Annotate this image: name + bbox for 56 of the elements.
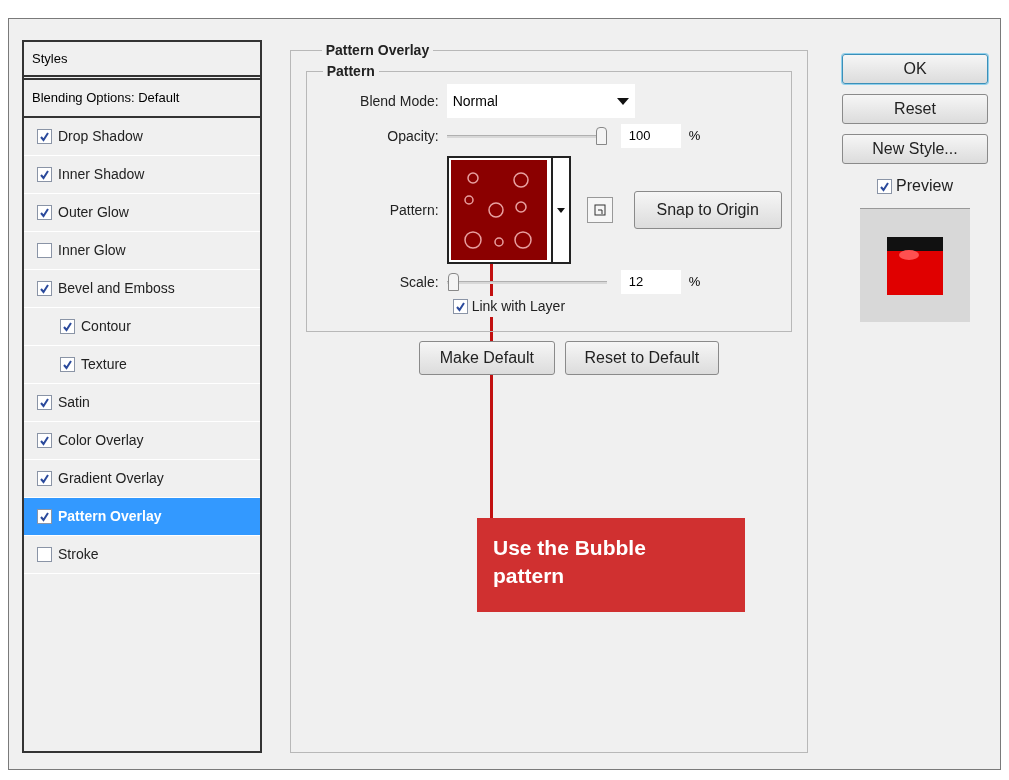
list-item[interactable]: Outer Glow <box>24 194 260 232</box>
dialog-button[interactable]: Reset <box>842 94 988 124</box>
input-field[interactable]: 100 <box>620 124 681 148</box>
list-item[interactable]: Stroke <box>24 536 260 574</box>
blend-mode-dropdown[interactable]: Normal <box>446 84 635 118</box>
checkbox-label: Link with Layer <box>471 296 566 317</box>
slider-thumb[interactable] <box>448 273 460 291</box>
checkbox[interactable] <box>452 299 468 314</box>
checkbox[interactable] <box>60 357 75 372</box>
slider-track[interactable] <box>446 125 607 147</box>
list-item[interactable]: Inner Shadow <box>24 156 260 194</box>
checkbox[interactable] <box>37 509 52 524</box>
list-item[interactable]: Bevel and Emboss <box>24 270 260 308</box>
list-item[interactable]: Blending Options: Default <box>24 80 260 118</box>
checkbox[interactable] <box>37 395 52 410</box>
group-title: Pattern Overlay <box>324 41 431 60</box>
list-item[interactable]: Contour <box>24 308 260 346</box>
field-label: Pattern: <box>388 200 440 220</box>
checkbox[interactable] <box>37 433 52 448</box>
list-header[interactable]: Styles <box>24 42 260 80</box>
layer-thumbnail-drawing <box>887 236 943 295</box>
group-title: Pattern <box>325 62 376 81</box>
caret-icon <box>556 207 565 213</box>
unit-label: % <box>688 273 701 292</box>
dialog-button[interactable]: New Style... <box>842 134 988 164</box>
checkbox[interactable] <box>37 129 52 144</box>
checkbox[interactable] <box>37 547 52 562</box>
checkbox[interactable] <box>37 167 52 182</box>
dialog-button[interactable]: Reset to Default <box>564 341 719 375</box>
checkbox[interactable] <box>60 319 75 334</box>
field-label: Scale: <box>398 272 440 292</box>
checkbox[interactable] <box>37 471 52 486</box>
list-item[interactable]: Drop Shadow <box>24 118 260 156</box>
field-label: Opacity: <box>386 126 440 146</box>
new-preset-button[interactable] <box>586 197 613 223</box>
callout-box: Use the Bubble pattern <box>477 518 745 612</box>
slider-thumb[interactable] <box>595 127 607 145</box>
caret-icon <box>616 97 629 105</box>
list-item[interactable]: Color Overlay <box>24 422 260 460</box>
field-label: Blend Mode: <box>359 91 440 111</box>
checkbox[interactable] <box>877 178 893 194</box>
dialog-button[interactable]: OK <box>842 54 988 84</box>
checkbox[interactable] <box>37 281 52 296</box>
slider-track[interactable] <box>446 271 607 293</box>
list-item[interactable]: Texture <box>24 346 260 384</box>
checkbox[interactable] <box>37 243 52 258</box>
unit-label: % <box>688 127 701 146</box>
list-item[interactable]: Inner Glow <box>24 232 260 270</box>
checkbox-label: Preview <box>896 176 953 196</box>
pattern-picker[interactable] <box>446 156 571 264</box>
dialog-button[interactable]: Snap to Origin <box>633 191 782 229</box>
checkbox[interactable] <box>37 205 52 220</box>
list-item[interactable]: Satin <box>24 384 260 422</box>
input-field[interactable]: 12 <box>620 270 681 294</box>
page-icon <box>593 204 606 216</box>
dialog-button[interactable]: Make Default <box>418 341 555 375</box>
